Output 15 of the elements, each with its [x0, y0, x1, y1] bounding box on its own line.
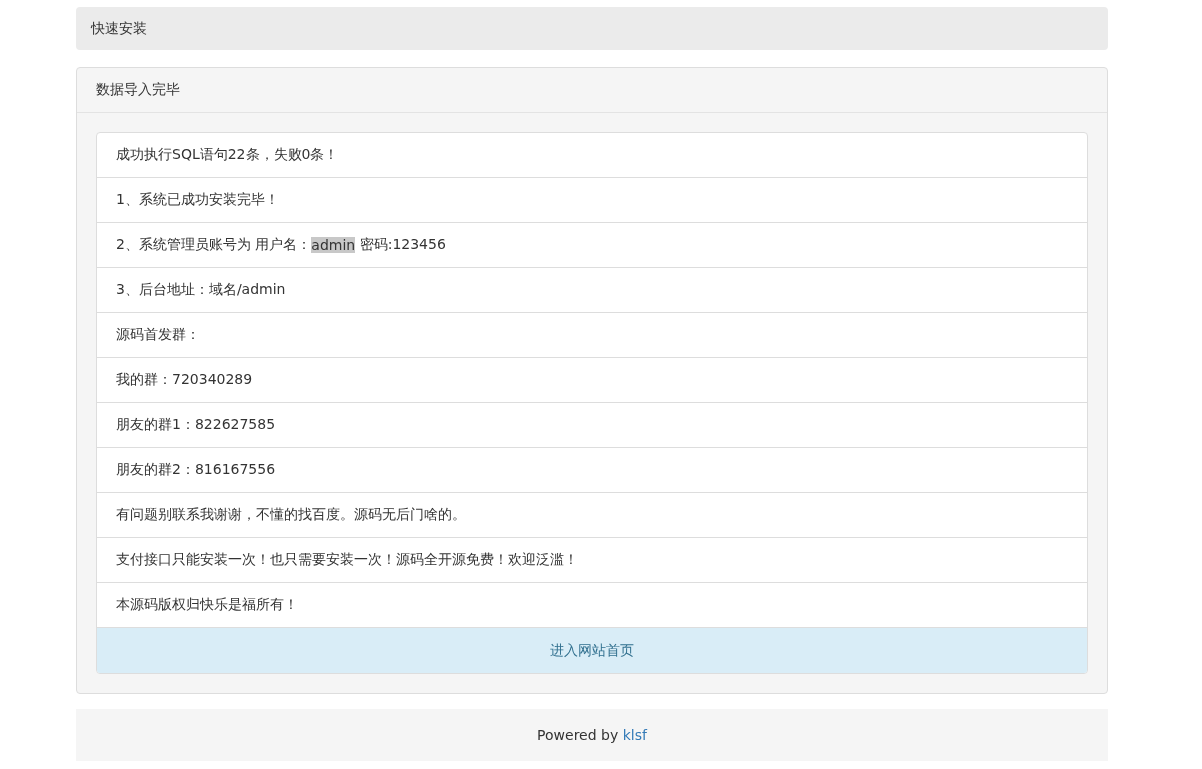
footer-link[interactable]: klsf	[622, 727, 647, 743]
page-title: 快速安装	[91, 19, 147, 38]
list-item: 支付接口只能安装一次！也只需要安装一次！源码全开源免费！欢迎泛滥！	[97, 538, 1087, 583]
list-item: 1、系统已成功安装完毕！	[97, 178, 1087, 223]
list-item: 3、后台地址：域名/admin	[97, 268, 1087, 313]
homepage-link[interactable]: 进入网站首页	[97, 628, 1087, 673]
list-item: 源码首发群：	[97, 313, 1087, 358]
list-item: 我的群：720340289	[97, 358, 1087, 403]
list-item: 有问题别联系我谢谢，不懂的找百度。源码无后门啥的。	[97, 493, 1087, 538]
list-item: 朋友的群1：822627585	[97, 403, 1087, 448]
list-item: 2、系统管理员账号为 用户名：admin 密码:123456	[97, 223, 1087, 268]
footer-text: Powered by klsf	[537, 727, 647, 743]
list-item: 成功执行SQL语句22条，失败0条！	[97, 133, 1087, 178]
panel-title: 数据导入完毕	[96, 81, 180, 99]
list-item: 朋友的群2：816167556	[97, 448, 1087, 493]
